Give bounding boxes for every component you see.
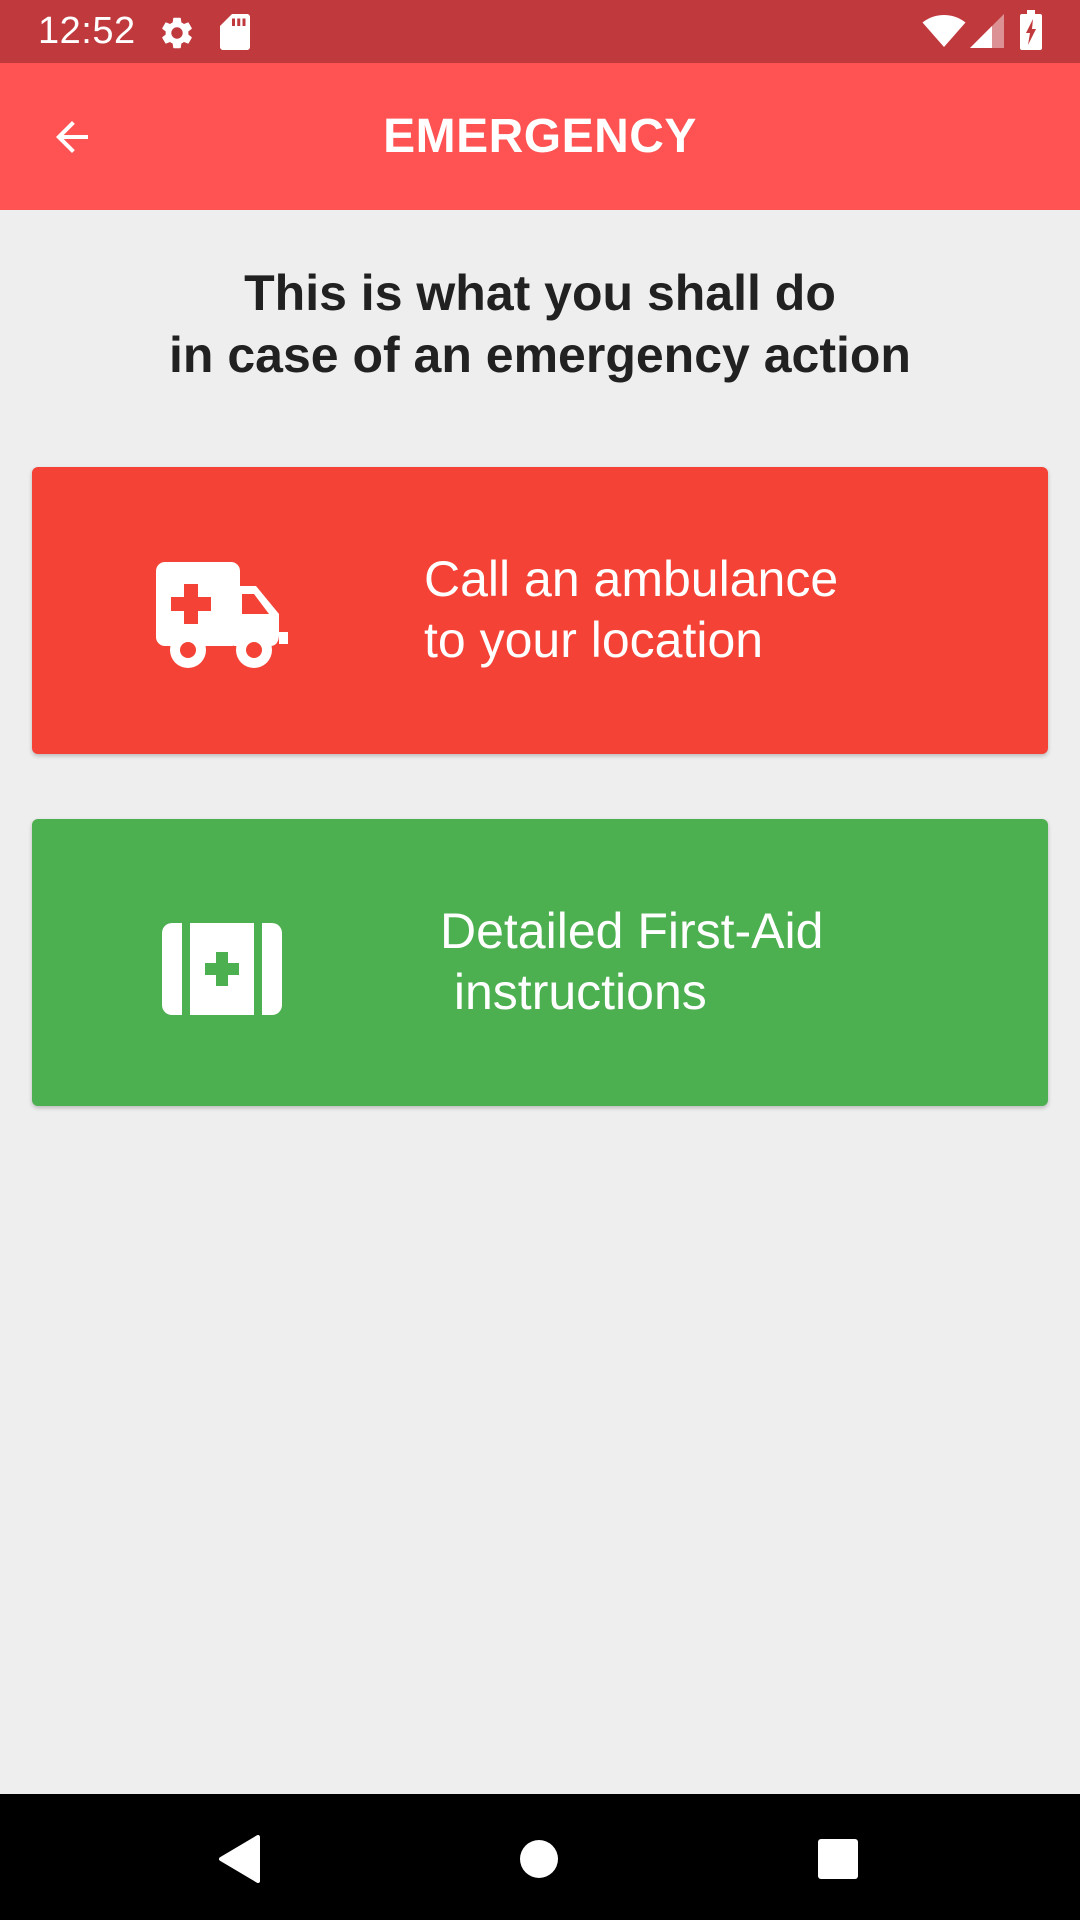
first-aid-label: Detailed First-Aid instructions bbox=[440, 903, 824, 1020]
nav-recents-button[interactable] bbox=[803, 1824, 873, 1894]
ambulance-icon bbox=[156, 562, 288, 668]
wifi-icon bbox=[922, 15, 966, 47]
arrow-back-icon bbox=[56, 121, 88, 153]
first-aid-instructions-button[interactable]: Detailed First-Aid instructions bbox=[32, 819, 1048, 1106]
recents-square-icon bbox=[818, 1839, 858, 1879]
instruction-heading: This is what you shall do in case of an … bbox=[0, 262, 1080, 386]
status-time: 12:52 bbox=[38, 10, 136, 52]
system-nav-bar bbox=[0, 1794, 1080, 1920]
call-ambulance-label: Call an ambulance to your location bbox=[424, 551, 839, 668]
cell-signal-icon bbox=[970, 14, 1004, 48]
nav-home-button[interactable] bbox=[504, 1824, 574, 1894]
gear-icon bbox=[162, 17, 192, 49]
first-aid-kit-icon bbox=[162, 923, 282, 1015]
app-bar: EMERGENCY bbox=[0, 63, 1080, 210]
status-bar: 12:52 bbox=[0, 0, 1080, 63]
back-triangle-icon bbox=[219, 1835, 260, 1883]
page-title: EMERGENCY bbox=[383, 110, 697, 163]
instruction-heading-text: This is what you shall do in case of an … bbox=[169, 265, 911, 383]
home-circle-icon bbox=[520, 1840, 558, 1878]
battery-charging-icon bbox=[1020, 10, 1042, 50]
nav-back-button[interactable] bbox=[205, 1824, 275, 1894]
back-button[interactable] bbox=[34, 99, 110, 175]
call-ambulance-button[interactable]: Call an ambulance to your location bbox=[32, 467, 1048, 754]
sd-card-icon bbox=[220, 14, 250, 50]
